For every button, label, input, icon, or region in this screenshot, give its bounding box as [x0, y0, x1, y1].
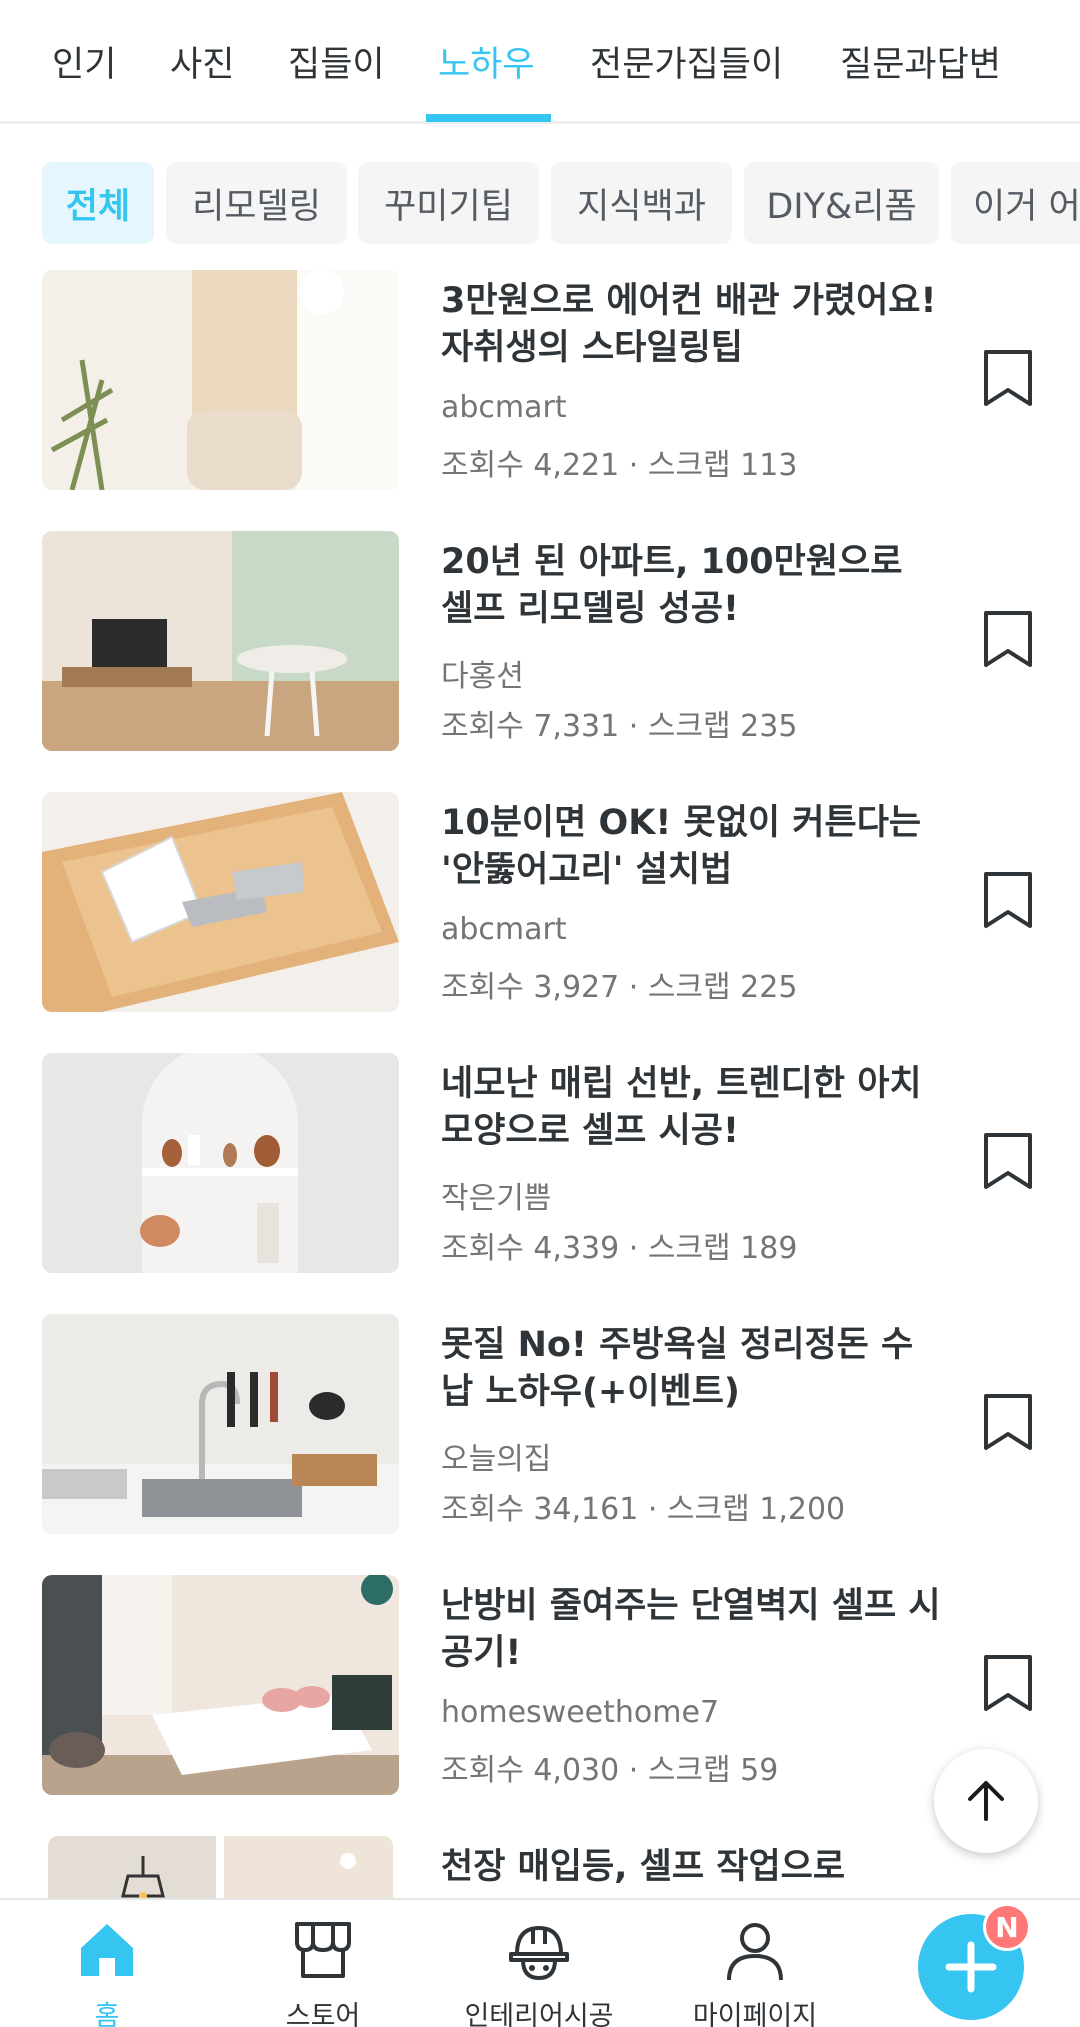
article-thumbnail — [42, 1314, 399, 1534]
article-author: abcmart — [441, 390, 567, 425]
chip-this-one[interactable]: 이거 어 — [951, 162, 1080, 244]
nav-label: 스토어 — [285, 2001, 361, 2027]
article-stats: 조회수 4,221 · 스크랩 113 — [441, 448, 798, 483]
article-stats: 조회수 34,161 · 스크랩 1,200 — [441, 1492, 846, 1527]
article-thumbnail — [48, 1836, 393, 1898]
nav-label: 홈 — [94, 2001, 120, 2027]
plus-icon — [945, 1941, 997, 1993]
nav-interior-service[interactable]: 인테리어시공 — [439, 1916, 639, 2027]
chip-remodeling[interactable]: 리모델링 — [166, 162, 347, 244]
article-thumbnail — [42, 1053, 399, 1273]
list-item[interactable]: 3만원으로 에어컨 배관 가렸어요! 자취생의 스타일링팁 abcmart 조회… — [0, 270, 1080, 490]
article-title: 네모난 매립 선반, 트렌디한 아치 모양으로 셀프 시공! — [441, 1064, 922, 1151]
article-author: 오늘의집 — [441, 1442, 552, 1477]
bookmark-icon[interactable] — [978, 1392, 1038, 1452]
article-title: 못질 No! 주방욕실 정리정돈 수납 노하우(+이벤트) — [441, 1325, 914, 1412]
bookmark-icon[interactable] — [978, 609, 1038, 669]
bookmark-icon[interactable] — [978, 348, 1038, 408]
article-thumbnail — [42, 531, 399, 751]
article-stats: 조회수 4,030 · 스크랩 59 — [441, 1753, 779, 1788]
bookmark-icon[interactable] — [978, 1131, 1038, 1191]
article-stats: 조회수 7,331 · 스크랩 235 — [441, 709, 798, 744]
nav-store[interactable]: 스토어 — [223, 1916, 423, 2027]
article-title: 10분이면 OK! 못없이 커튼다는 '안뚫어고리' 설치법 — [441, 803, 922, 890]
category-chips: 전체 리모델링 꾸미기팁 지식백과 DIY&리폼 이거 어 — [0, 162, 1080, 244]
list-item[interactable]: 10분이면 OK! 못없이 커튼다는 '안뚫어고리' 설치법 abcmart 조… — [0, 792, 1080, 1012]
chip-knowledge[interactable]: 지식백과 — [551, 162, 732, 244]
tab-popular[interactable]: 인기 — [52, 36, 116, 87]
bookmark-icon[interactable] — [978, 1653, 1038, 1713]
chip-all[interactable]: 전체 — [42, 162, 154, 244]
tab-expert-tours[interactable]: 전문가집들이 — [590, 36, 783, 87]
chip-decorating-tips[interactable]: 꾸미기팁 — [358, 162, 539, 244]
person-icon — [727, 1923, 783, 1981]
article-title: 3만원으로 에어컨 배관 가렸어요! 자취생의 스타일링팁 — [441, 281, 937, 368]
active-tab-indicator — [426, 114, 551, 122]
nav-my-page[interactable]: 마이페이지 — [655, 1916, 855, 2027]
bookmark-icon[interactable] — [978, 870, 1038, 930]
list-item[interactable]: 난방비 줄여주는 단열벽지 셀프 시공기! homesweethome7 조회수… — [0, 1575, 1080, 1795]
tab-house-tours[interactable]: 집들이 — [288, 36, 385, 87]
tab-knowhow[interactable]: 노하우 — [438, 36, 535, 87]
article-title: 천장 매입등, 셀프 작업으로 — [441, 1847, 846, 1887]
list-item[interactable]: 천장 매입등, 셀프 작업으로 — [0, 1836, 1080, 1898]
article-title: 난방비 줄여주는 단열벽지 셀프 시공기! — [441, 1586, 941, 1673]
tab-photos[interactable]: 사진 — [170, 36, 234, 87]
tab-qna[interactable]: 질문과답변 — [840, 36, 1001, 87]
chip-diy-reform[interactable]: DIY&리폼 — [744, 162, 939, 244]
article-title: 20년 된 아파트, 100만원으로 셀프 리모델링 성공! — [441, 542, 903, 629]
new-badge: N — [983, 1903, 1031, 1951]
article-author: 다홍션 — [441, 659, 524, 694]
article-stats: 조회수 3,927 · 스크랩 225 — [441, 970, 798, 1005]
top-tab-bar: 인기 사진 집들이 노하우 전문가집들이 질문과답변 — [0, 0, 1080, 124]
article-stats: 조회수 4,339 · 스크랩 189 — [441, 1231, 798, 1266]
article-author: abcmart — [441, 912, 567, 947]
article-list: 3만원으로 에어컨 배관 가렸어요! 자취생의 스타일링팁 abcmart 조회… — [0, 268, 1080, 1898]
list-item[interactable]: 못질 No! 주방욕실 정리정돈 수납 노하우(+이벤트) 오늘의집 조회수 3… — [0, 1314, 1080, 1534]
home-icon — [81, 1924, 133, 1976]
scroll-to-top-button[interactable] — [934, 1749, 1038, 1853]
nav-label: 마이페이지 — [692, 2001, 818, 2027]
article-thumbnail — [42, 792, 399, 1012]
nav-label: 인테리어시공 — [464, 2001, 614, 2027]
list-item[interactable]: 20년 된 아파트, 100만원으로 셀프 리모델링 성공! 다홍션 조회수 7… — [0, 531, 1080, 751]
arrow-up-icon — [968, 1781, 1004, 1821]
list-item[interactable]: 네모난 매립 선반, 트렌디한 아치 모양으로 셀프 시공! 작은기쁨 조회수 … — [0, 1053, 1080, 1273]
article-thumbnail — [42, 1575, 399, 1795]
hard-hat-icon — [509, 1925, 569, 1981]
article-author: homesweethome7 — [441, 1695, 720, 1730]
article-author: 작은기쁨 — [441, 1181, 552, 1216]
store-icon — [295, 1922, 351, 1978]
article-thumbnail — [42, 270, 399, 490]
nav-home[interactable]: 홈 — [7, 1916, 207, 2027]
